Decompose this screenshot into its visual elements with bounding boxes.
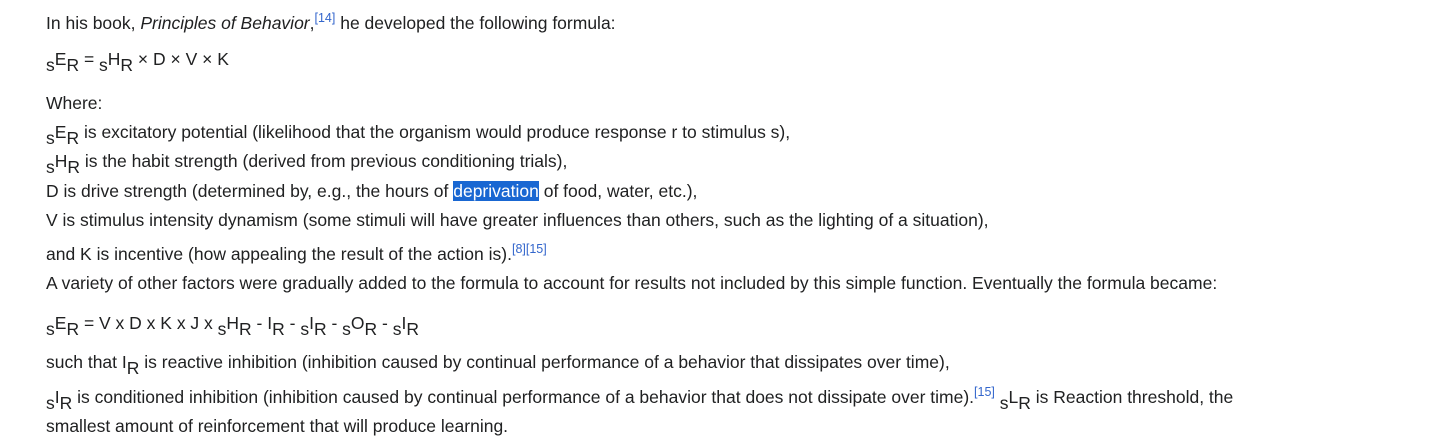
reference-15[interactable]: [15] [526,242,547,256]
sub-r: R [66,55,80,75]
definition-text: is Reaction threshold, the [1030,386,1234,407]
minus: - [251,313,268,333]
intro-text: In his book, [46,13,141,33]
definition-text: is conditioned inhibition (inhibition ca… [72,386,975,407]
definitions-block: Where: sER is excitatory potential (like… [46,89,989,269]
symbol-h: H [226,313,240,333]
symbol-o: O [350,313,365,333]
sub-s: s [46,392,55,413]
symbol-e: E [54,122,67,143]
sub-s: s [999,392,1009,413]
sub-r: R [67,157,81,178]
definition-v: V is stimulus intensity dynamism (some s… [46,209,989,230]
definition-text: and K is incentive (how appealing the re… [46,244,512,265]
reference-14[interactable]: [14] [315,11,336,25]
sub-s: s [99,55,108,75]
minus: - [326,313,343,333]
formula-rest: × D × V × K [133,49,229,69]
definition-text: is reactive inhibition (inhibition cause… [139,352,950,372]
sub-r: R [66,319,80,339]
sub-s: s [46,128,55,149]
minus: - [377,313,393,333]
sub-s: s [46,319,55,339]
symbol-h: H [54,151,68,172]
formula-extended: sER = V x D x K x J x sHR - IR - sIR - s… [46,313,419,338]
definition-d: D is drive strength (determined by, e.g.… [46,177,989,206]
definition-ser: sER is excitatory potential (likelihood … [46,118,989,147]
sub-r: R [126,358,140,378]
definition-text-end: of food, water, etc.), [538,180,698,201]
equals: = [79,49,100,69]
intro-paragraph: In his book, Principles of Behavior,[14]… [46,11,616,34]
variety-paragraph: A variety of other factors were graduall… [46,273,1218,293]
sub-r: R [364,319,378,339]
sub-r: R [1018,392,1031,413]
definition-sir: sIR is conditioned inhibition (inhibitio… [46,378,1233,413]
definition-shr: sHR is the habit strength (derived from … [46,147,989,176]
reference-15[interactable]: [15] [974,385,995,399]
definition-text: is the habit strength (derived from prev… [80,151,568,172]
definition-ir: such that IR is reactive inhibition (inh… [46,348,1233,378]
sub-r: R [120,55,134,75]
reference-8[interactable]: [8] [512,242,526,256]
symbol-h: H [107,49,121,69]
definition-k: and K is incentive (how appealing the re… [46,235,989,269]
formula-basic: sER = sHR × D × V × K [46,49,229,74]
sub-r: R [239,319,252,339]
sub-r: R [272,319,285,339]
sub-r: R [313,319,327,339]
selected-word-deprivation[interactable]: deprivation [453,180,539,201]
where-label: Where: [46,93,103,113]
symbol-e: E [54,313,67,333]
inhibition-paragraph: such that IR is reactive inhibition (inh… [46,348,1233,442]
sub-r: R [59,392,73,413]
definition-text: is excitatory potential (likelihood that… [79,122,791,143]
definition-text: D is drive strength (determined by, e.g.… [46,180,454,201]
minus: - [284,313,301,333]
definition-text: such that [46,352,122,372]
intro-text-end: he developed the following formula: [335,13,616,33]
sub-s: s [342,319,351,339]
sub-r: R [66,128,80,149]
sub-s: s [46,157,55,178]
book-title: Principles of Behavior [140,13,310,33]
symbol-l: L [1008,386,1019,407]
sub-s: s [300,319,310,339]
formula-mid: = V x D x K x J x [79,313,218,333]
symbol-e: E [54,49,67,69]
sub-r: R [406,319,419,339]
definition-slr-continued: smallest amount of reinforcement that wi… [46,416,509,436]
sub-s: s [46,55,55,75]
